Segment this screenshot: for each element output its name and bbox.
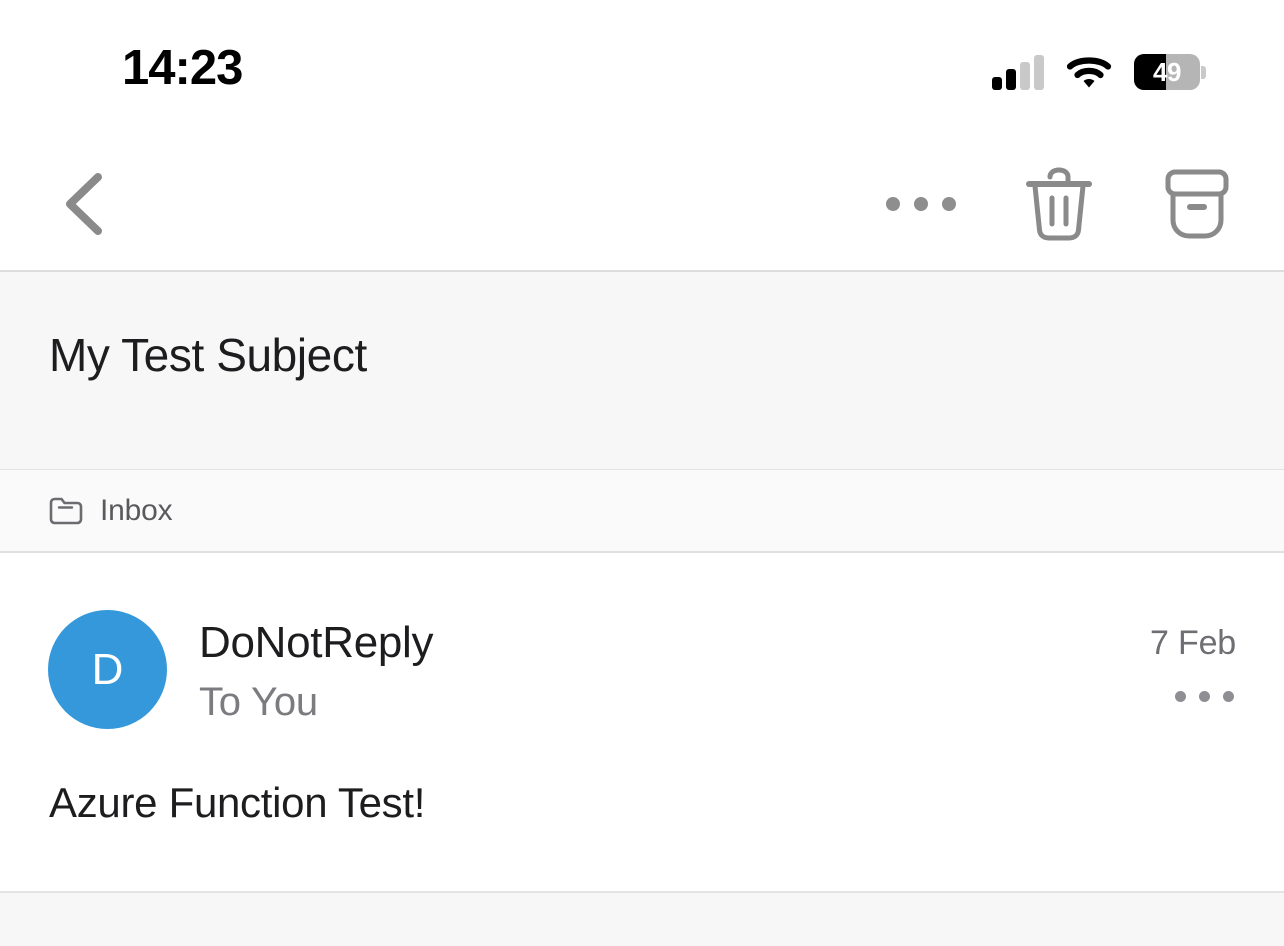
avatar[interactable]: D [48,610,167,729]
back-button[interactable] [50,171,120,237]
archive-icon [1165,169,1229,239]
cellular-signal-icon [992,54,1044,90]
status-bar-clock: 14:23 [122,41,243,95]
message-body-text: Azure Function Test! [49,779,426,826]
folder-row[interactable]: Inbox [0,470,1284,553]
subject-section: My Test Subject [0,272,1284,470]
message-date: 7 Feb [1150,624,1236,662]
toolbar-actions [882,165,1236,243]
sender-name[interactable]: DoNotReply [199,618,434,667]
battery-icon: 49 [1134,54,1206,90]
battery-level-text: 49 [1153,57,1181,87]
message-header: D DoNotReply To You 7 Feb [0,553,1284,753]
recipients-label[interactable]: To You [199,680,318,724]
navigation-toolbar [0,135,1284,272]
delete-button[interactable] [1020,165,1098,243]
trash-icon [1026,167,1092,241]
chevron-left-icon [66,173,102,235]
email-detail-screen: 14:23 49 My Test Subject Inbox D DoNotRe… [0,0,1284,946]
message-body-section: Azure Function Test! [0,753,1284,893]
avatar-initial: D [91,644,124,694]
more-options-button[interactable] [882,165,960,243]
wifi-icon [1066,54,1112,90]
archive-button[interactable] [1158,165,1236,243]
folder-label: Inbox [100,493,173,527]
more-options-icon [886,197,956,211]
bottom-bar [0,893,1284,946]
status-bar: 14:23 49 [0,0,1284,135]
status-bar-indicators: 49 [992,48,1206,90]
message-more-options-button[interactable] [1175,691,1234,702]
folder-icon [48,493,84,529]
page-title: My Test Subject [49,329,367,381]
